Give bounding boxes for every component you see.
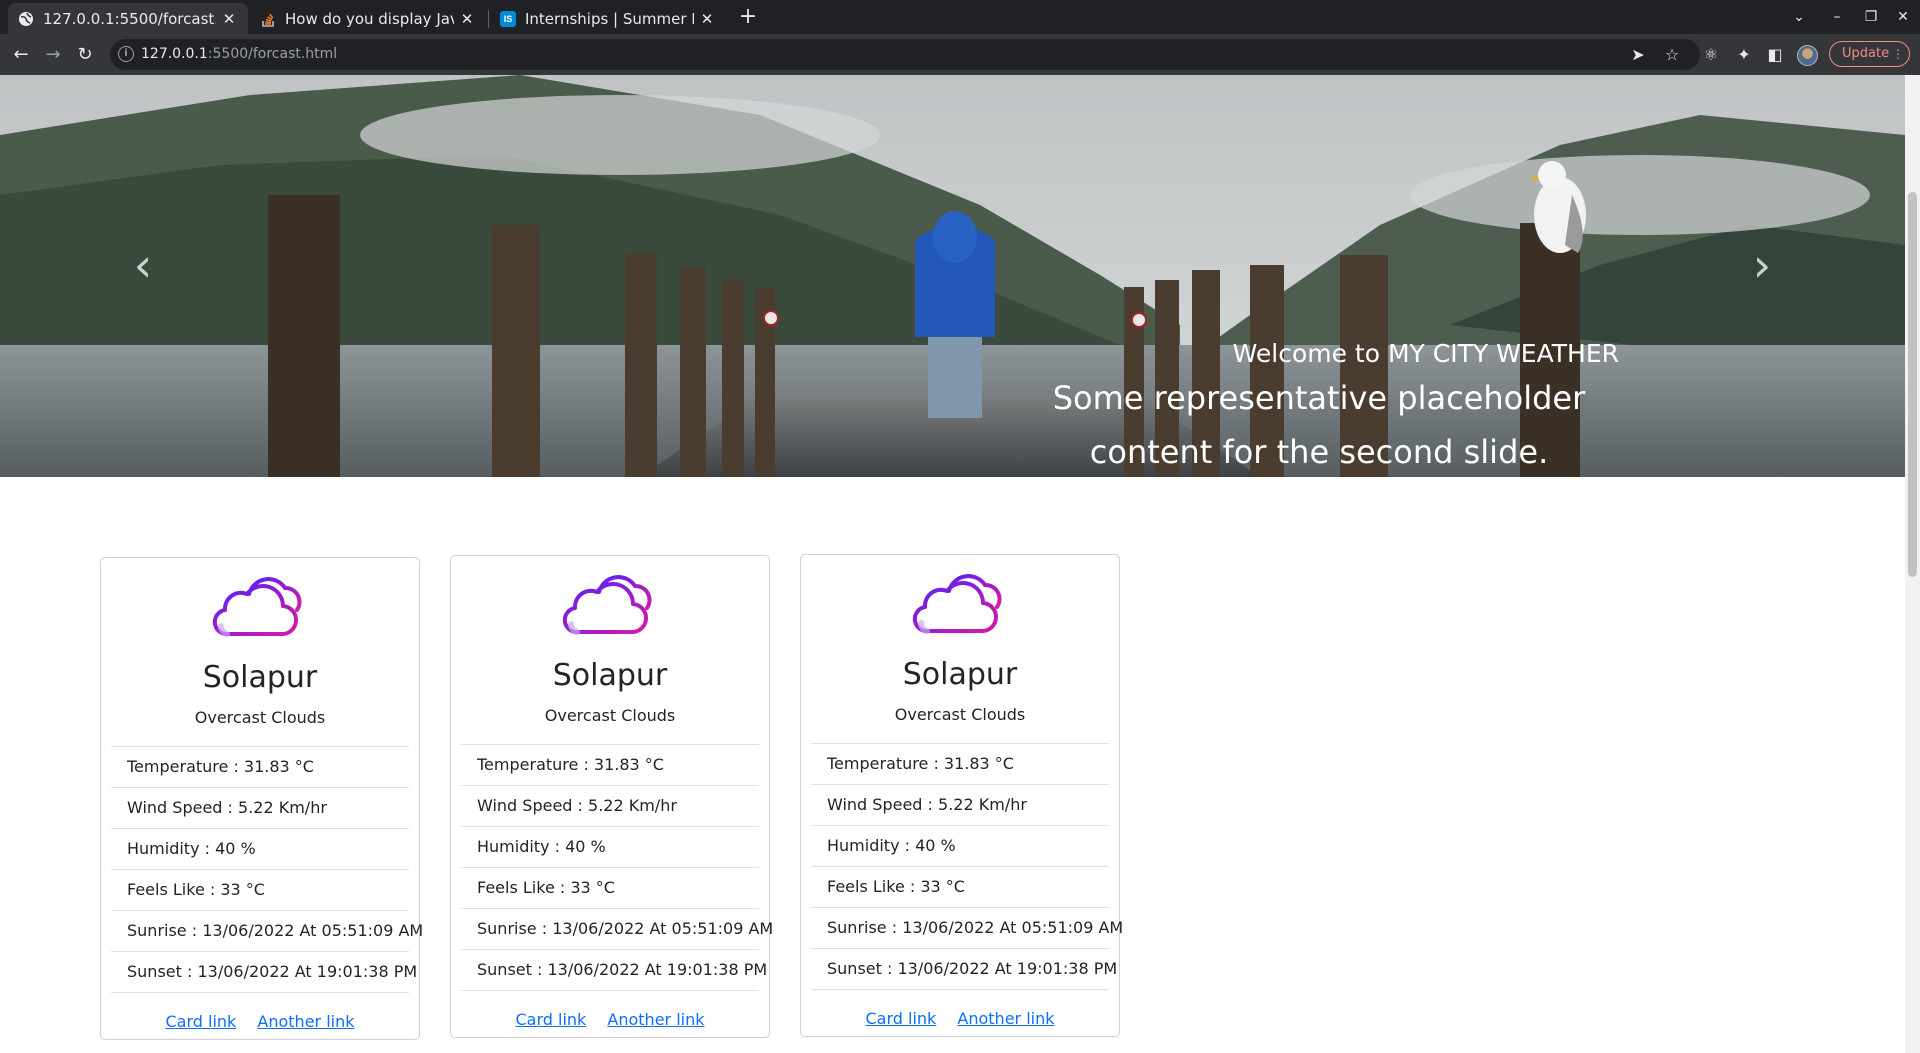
- weather-stats-list: Temperature : 31.83 °C Wind Speed : 5.22…: [111, 746, 423, 993]
- stat-sunset: Sunset : 13/06/2022 At 19:01:38 PM: [811, 949, 1117, 990]
- stat-temperature: Temperature : 31.83 °C: [811, 744, 1109, 785]
- bookmark-star-icon[interactable]: ☆: [1659, 42, 1685, 68]
- tab-separator: [488, 10, 489, 28]
- weather-description: Overcast Clouds: [544, 706, 676, 725]
- extensions-puzzle-icon[interactable]: ✦: [1731, 42, 1757, 68]
- card-links: Card link Another link: [451, 1010, 769, 1029]
- card-link[interactable]: Card link: [166, 1012, 237, 1031]
- update-button[interactable]: Update ⋮: [1829, 41, 1910, 67]
- carousel-prev-icon[interactable]: ‹: [108, 230, 178, 300]
- hero-carousel: ‹ › Welcome to MY CITY WEATHER Some repr…: [0, 75, 1905, 477]
- carousel-caption: Welcome to MY CITY WEATHER Some represen…: [859, 337, 1619, 477]
- city-name: Solapur: [902, 657, 1018, 692]
- carousel-heading: Welcome to MY CITY WEATHER: [1232, 339, 1619, 368]
- tab-title: 127.0.0.1:5500/forcast.htm: [43, 9, 216, 28]
- another-link[interactable]: Another link: [957, 1009, 1054, 1028]
- carousel-text: Some representative placeholder content …: [1052, 379, 1586, 471]
- city-name: Solapur: [202, 660, 318, 695]
- stat-humidity: Humidity : 40 %: [811, 826, 1109, 867]
- stat-wind-speed: Wind Speed : 5.22 Km/hr: [111, 788, 409, 829]
- weather-stats-list: Temperature : 31.83 °C Wind Speed : 5.22…: [811, 743, 1123, 990]
- stat-temperature: Temperature : 31.83 °C: [461, 745, 759, 786]
- card-links: Card link Another link: [801, 1009, 1119, 1028]
- address-bar[interactable]: i 127.0.0.1:5500/forcast.html: [110, 39, 1700, 70]
- tab-title: Internships | Summer Inte: [525, 9, 694, 28]
- scrollbar-thumb[interactable]: [1908, 192, 1917, 577]
- close-tab-icon[interactable]: ✕: [220, 10, 238, 28]
- cloud-icon: [912, 574, 1002, 634]
- internshala-icon: IS: [500, 10, 516, 27]
- minimize-icon[interactable]: –: [1820, 0, 1854, 34]
- page-viewport: ‹ › Welcome to MY CITY WEATHER Some repr…: [0, 75, 1905, 1053]
- stat-feels-like: Feels Like : 33 °C: [111, 870, 409, 911]
- weather-card: Solapur Overcast Clouds Temperature : 31…: [450, 555, 773, 1038]
- stat-wind-speed: Wind Speed : 5.22 Km/hr: [461, 786, 759, 827]
- profile-avatar[interactable]: [1797, 45, 1818, 66]
- close-tab-icon[interactable]: ✕: [698, 10, 716, 28]
- react-devtools-icon[interactable]: ⚛: [1698, 42, 1724, 68]
- weather-stats-list: Temperature : 31.83 °C Wind Speed : 5.22…: [461, 744, 773, 991]
- cloud-icon: [212, 577, 302, 637]
- stat-sunrise: Sunrise : 13/06/2022 At 05:51:09 AM: [111, 911, 423, 952]
- another-link[interactable]: Another link: [257, 1012, 354, 1031]
- stat-temperature: Temperature : 31.83 °C: [111, 747, 409, 788]
- cloud-icon: [562, 575, 652, 635]
- stat-humidity: Humidity : 40 %: [461, 827, 759, 868]
- browser-tab-3[interactable]: IS Internships | Summer Inte ✕: [490, 3, 726, 34]
- stat-sunset: Sunset : 13/06/2022 At 19:01:38 PM: [111, 952, 417, 993]
- site-info-icon[interactable]: i: [118, 46, 134, 62]
- restore-icon[interactable]: ❐: [1854, 0, 1888, 34]
- weather-description: Overcast Clouds: [194, 708, 326, 727]
- tab-title: How do you display JavaS: [285, 9, 454, 28]
- stat-sunrise: Sunrise : 13/06/2022 At 05:51:09 AM: [461, 909, 773, 950]
- stat-feels-like: Feels Like : 33 °C: [461, 868, 759, 909]
- close-tab-icon[interactable]: ✕: [458, 10, 476, 28]
- stat-feels-like: Feels Like : 33 °C: [811, 867, 1109, 908]
- back-icon[interactable]: ←: [6, 40, 36, 70]
- weather-card: Solapur Overcast Clouds Temperature : 31…: [100, 557, 423, 1040]
- card-links: Card link Another link: [101, 1012, 419, 1031]
- reload-icon[interactable]: ↻: [70, 40, 100, 70]
- page-scrollbar[interactable]: [1905, 75, 1920, 1053]
- browser-tab-strip: 127.0.0.1:5500/forcast.htm ✕ How do you …: [0, 0, 1920, 34]
- globe-icon: [18, 11, 34, 27]
- browser-tab-2[interactable]: How do you display JavaS ✕: [250, 3, 486, 34]
- stat-humidity: Humidity : 40 %: [111, 829, 409, 870]
- weather-card: Solapur Overcast Clouds Temperature : 31…: [800, 554, 1123, 1037]
- url-text[interactable]: 127.0.0.1:5500/forcast.html: [141, 46, 337, 62]
- card-link[interactable]: Card link: [866, 1009, 937, 1028]
- browser-toolbar: ← → ↻ i 127.0.0.1:5500/forcast.html ➤ ☆ …: [0, 34, 1920, 75]
- another-link[interactable]: Another link: [607, 1010, 704, 1029]
- stat-wind-speed: Wind Speed : 5.22 Km/hr: [811, 785, 1109, 826]
- stat-sunrise: Sunrise : 13/06/2022 At 05:51:09 AM: [811, 908, 1123, 949]
- stackoverflow-icon: [260, 11, 276, 27]
- new-tab-button[interactable]: +: [735, 4, 761, 30]
- close-window-icon[interactable]: ✕: [1886, 0, 1920, 34]
- forward-icon[interactable]: →: [38, 40, 68, 70]
- side-panel-icon[interactable]: ◧: [1762, 42, 1788, 68]
- tab-search-icon[interactable]: ⌄: [1782, 0, 1816, 34]
- city-name: Solapur: [552, 658, 668, 693]
- card-link[interactable]: Card link: [516, 1010, 587, 1029]
- browser-tab-1[interactable]: 127.0.0.1:5500/forcast.htm ✕: [8, 3, 248, 34]
- weather-description: Overcast Clouds: [894, 705, 1026, 724]
- stat-sunset: Sunset : 13/06/2022 At 19:01:38 PM: [461, 950, 767, 991]
- carousel-next-icon[interactable]: ›: [1727, 230, 1797, 300]
- send-tab-icon[interactable]: ➤: [1625, 42, 1651, 68]
